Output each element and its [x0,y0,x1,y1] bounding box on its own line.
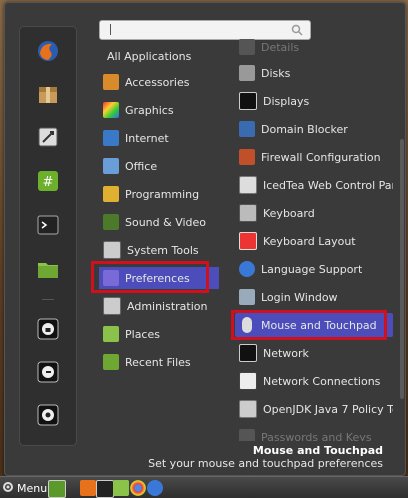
application-menu: # All Applications Accessories Graphics … [4,2,406,476]
keyboard-layout-icon [239,232,257,250]
category-system-tools[interactable]: System Tools [99,239,219,261]
description-title: Mouse and Touchpad [252,444,383,457]
favorites-bar: # [19,26,77,446]
passwords-icon [239,429,255,441]
gear-icon [2,481,14,496]
menu-label: Menu [17,481,48,495]
category-places[interactable]: Places [99,323,219,345]
package-manager-icon[interactable] [34,80,62,108]
category-accessories[interactable]: Accessories [99,71,219,93]
application-list: Details Disks Displays Domain Blocker Fi… [235,37,395,441]
app-login-window[interactable]: Login Window [235,285,393,309]
bottom-panel: Menu [0,476,408,498]
category-office[interactable]: Office [99,155,219,177]
folder-icon[interactable] [34,255,62,283]
system-tools-icon [103,241,121,259]
settings-icon[interactable] [34,123,62,151]
svg-text:#: # [43,175,54,190]
text-caret [110,24,111,35]
logout-icon[interactable] [34,358,62,386]
app-icedtea-web-control-panel[interactable]: IcedTea Web Control Panel [235,173,393,197]
shutdown-icon[interactable] [34,401,62,429]
app-disks[interactable]: Disks [235,61,393,85]
favorites-separator [42,299,54,300]
displays-icon [239,92,257,110]
panel-folder-icon[interactable] [113,480,129,496]
app-openjdk-policy-tool[interactable]: OpenJDK Java 7 Policy Tool [235,397,393,421]
category-graphics[interactable]: Graphics [99,99,219,121]
network-icon [239,344,257,362]
app-language-support[interactable]: Language Support [235,257,393,281]
category-internet[interactable]: Internet [99,127,219,149]
category-programming[interactable]: Programming [99,183,219,205]
sound-video-icon [103,214,119,230]
app-keyboard[interactable]: Keyboard [235,201,393,225]
category-all-applications[interactable]: All Applications [99,45,219,67]
preferences-highlight-box [91,261,209,293]
category-administration[interactable]: Administration [99,295,219,317]
keyboard-icon [239,204,257,222]
terminal-icon[interactable] [34,211,62,239]
firewall-icon [239,149,255,165]
administration-icon [103,297,121,315]
app-domain-blocker[interactable]: Domain Blocker [235,117,393,141]
disks-icon [239,65,255,81]
openjdk-icon [239,400,257,418]
show-desktop-icon[interactable] [48,480,66,498]
places-folder-icon [103,326,119,342]
accessories-icon [103,74,119,90]
network-connections-icon [239,372,257,390]
app-passwords-and-keys[interactable]: Passwords and Keys [235,425,393,441]
details-icon [239,39,255,55]
mouse-touchpad-highlight-box [231,310,387,340]
programming-icon [103,186,119,202]
description-text: Set your mouse and touchpad preferences [148,457,383,470]
icedtea-icon [239,176,257,194]
panel-chrome-icon[interactable] [130,480,146,496]
app-firewall-configuration[interactable]: Firewall Configuration [235,145,393,169]
app-list-scrollbar[interactable] [400,139,404,399]
app-network[interactable]: Network [235,341,393,365]
app-keyboard-layout[interactable]: Keyboard Layout [235,229,393,253]
app-details[interactable]: Details [235,37,393,59]
category-recent-files[interactable]: Recent Files [99,351,219,373]
domain-blocker-icon [239,121,255,137]
menu-button[interactable]: Menu [2,480,47,496]
terminal-green-icon[interactable]: # [34,167,62,195]
panel-app-icon[interactable] [147,480,163,496]
office-icon [103,158,119,174]
category-sound-video[interactable]: Sound & Video [99,211,219,233]
language-support-icon [239,261,255,277]
lock-screen-icon[interactable] [34,315,62,343]
app-displays[interactable]: Displays [235,89,393,113]
panel-terminal-icon[interactable] [96,480,114,498]
firefox-icon[interactable] [34,37,62,65]
recent-files-icon [103,354,119,370]
internet-icon [103,130,119,146]
login-window-icon [239,289,255,305]
app-network-connections[interactable]: Network Connections [235,369,393,393]
panel-firefox-icon[interactable] [80,480,96,496]
graphics-icon [103,102,119,118]
